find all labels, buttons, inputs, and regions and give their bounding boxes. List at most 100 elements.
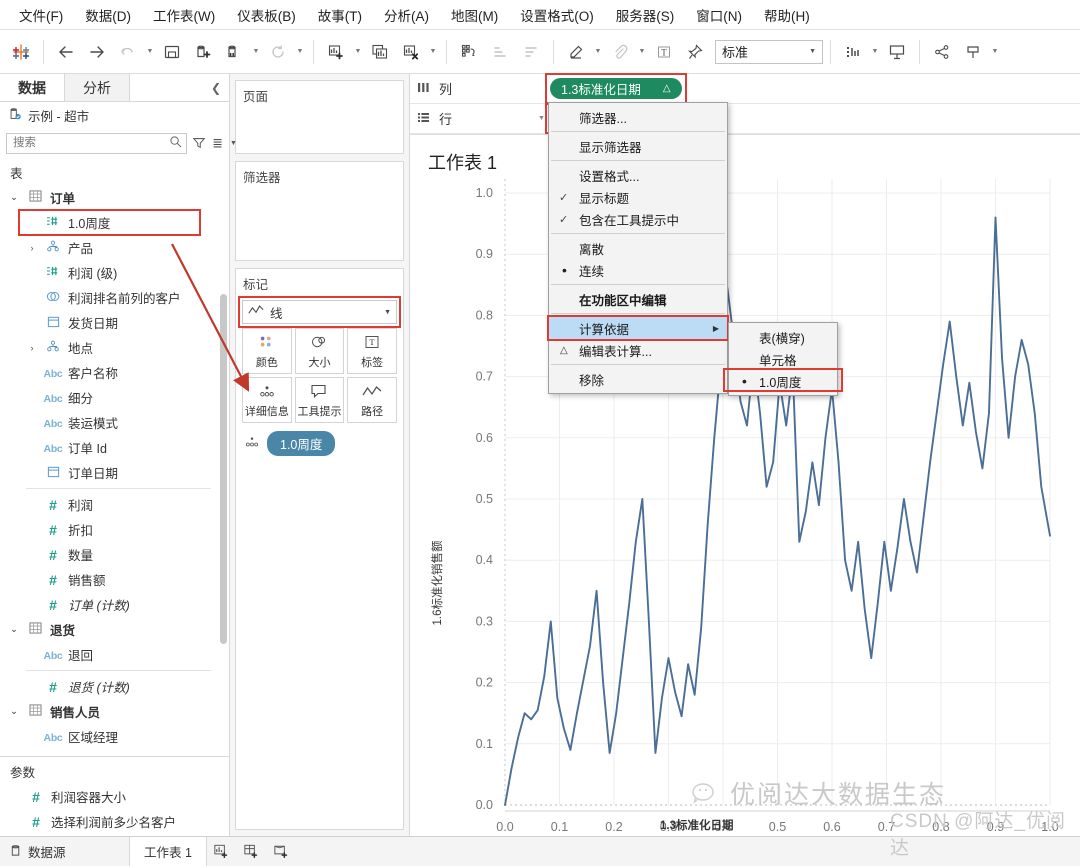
submenu-item-1[interactable]: 单元格 bbox=[729, 348, 837, 370]
menu-item-6[interactable]: 地图(M) bbox=[440, 1, 509, 29]
undo-icon[interactable] bbox=[113, 37, 143, 67]
refresh-chevron-down-icon[interactable]: ▼ bbox=[294, 37, 306, 67]
field-item-18[interactable]: ⌄ 退货 bbox=[0, 617, 229, 642]
field-item-22[interactable]: ⌄ 销售人员 bbox=[0, 699, 229, 724]
chevron-right-icon[interactable]: › bbox=[26, 243, 38, 253]
menu-item-5[interactable]: 分析(A) bbox=[373, 1, 440, 29]
context-menu-item-11[interactable]: 在功能区中编辑 bbox=[549, 288, 727, 310]
search-input[interactable] bbox=[6, 132, 187, 154]
field-item-7[interactable]: Abc 客户名称 bbox=[0, 360, 229, 385]
clear-sheet-icon[interactable] bbox=[396, 37, 426, 67]
field-item-23[interactable]: Abc 区域经理 bbox=[0, 724, 229, 749]
context-menu-item-2[interactable]: 显示筛选器 bbox=[549, 135, 727, 157]
field-item-2[interactable]: › 产品 bbox=[0, 235, 229, 260]
new-worksheet-chevron-down-icon[interactable]: ▼ bbox=[352, 37, 364, 67]
datasource-row[interactable]: 示例 - 超市 bbox=[0, 102, 229, 128]
new-worksheet-icon[interactable] bbox=[207, 837, 237, 866]
pages-card[interactable]: 页面 bbox=[235, 80, 404, 154]
field-item-13[interactable]: # 利润 bbox=[0, 492, 229, 517]
columns-shelf[interactable]: 列 1.3标准化日期 △ bbox=[410, 73, 1080, 104]
fit-dropdown[interactable]: 标准 ▼ bbox=[715, 39, 823, 64]
tab-data[interactable]: 数据 bbox=[0, 74, 65, 101]
save-icon[interactable] bbox=[157, 37, 187, 67]
field-item-15[interactable]: # 数量 bbox=[0, 542, 229, 567]
filters-card[interactable]: 筛选器 bbox=[235, 161, 404, 261]
context-menu-item-9[interactable]: • 连续 bbox=[549, 259, 727, 281]
field-item-11[interactable]: 订单日期 bbox=[0, 460, 229, 485]
field-item-5[interactable]: 发货日期 bbox=[0, 310, 229, 335]
view-options-icon[interactable] bbox=[211, 133, 225, 153]
context-menu-item-16[interactable]: 移除 bbox=[549, 368, 727, 390]
menu-item-10[interactable]: 帮助(H) bbox=[753, 1, 821, 29]
chevron-right-icon[interactable]: › bbox=[26, 343, 38, 353]
attach-chevron-down-icon[interactable]: ▼ bbox=[636, 37, 648, 67]
field-item-8[interactable]: Abc 细分 bbox=[0, 385, 229, 410]
chevron-down-icon[interactable]: ⌄ bbox=[8, 624, 20, 635]
marks-button-color[interactable]: 颜色 bbox=[242, 328, 292, 374]
refresh-icon[interactable] bbox=[263, 37, 293, 67]
field-item-19[interactable]: Abc 退回 bbox=[0, 642, 229, 667]
undo-chevron-down-icon[interactable]: ▼ bbox=[144, 37, 156, 67]
submenu-item-2[interactable]: • 1.0周度 bbox=[729, 370, 837, 392]
menu-item-0[interactable]: 文件(F) bbox=[8, 1, 74, 29]
mark-type-dropdown[interactable]: 线 ▼ bbox=[242, 300, 397, 324]
clear-sheet-chevron-down-icon[interactable]: ▼ bbox=[427, 37, 439, 67]
field-item-1[interactable]: 1.0周度 bbox=[0, 210, 229, 235]
marks-button-label[interactable]: T 标签 bbox=[347, 328, 397, 374]
field-item-16[interactable]: # 销售额 bbox=[0, 567, 229, 592]
pin-icon[interactable] bbox=[680, 37, 710, 67]
menu-item-8[interactable]: 服务器(S) bbox=[605, 1, 686, 29]
rows-shelf[interactable]: 行 ▼ 1.6标准化销售额 ▼ bbox=[410, 103, 1080, 134]
field-item-4[interactable]: 利润排名前列的客户 bbox=[0, 285, 229, 310]
field-item-17[interactable]: # 订单 (计数) bbox=[0, 592, 229, 617]
new-worksheet-icon[interactable] bbox=[321, 37, 351, 67]
pause-chevron-down-icon[interactable]: ▼ bbox=[250, 37, 262, 67]
chevron-down-icon[interactable]: ⌄ bbox=[8, 192, 20, 203]
context-menu-item-8[interactable]: 离散 bbox=[549, 237, 727, 259]
menu-item-9[interactable]: 窗口(N) bbox=[685, 1, 753, 29]
submenu-item-0[interactable]: 表(横穿) bbox=[729, 326, 837, 348]
columns-pill[interactable]: 1.3标准化日期 △ bbox=[550, 78, 682, 99]
sort-descending-icon[interactable] bbox=[516, 37, 546, 67]
view-options-chevron-down-icon[interactable]: ▼ bbox=[230, 133, 237, 153]
highlighter-icon[interactable] bbox=[561, 37, 591, 67]
context-menu-item-4[interactable]: 设置格式... bbox=[549, 164, 727, 186]
marks-button-size[interactable]: 大小 bbox=[294, 328, 345, 374]
collapse-pane-button[interactable]: ❮ bbox=[203, 74, 229, 101]
field-item-21[interactable]: # 退货 (计数) bbox=[0, 674, 229, 699]
context-menu-item-14[interactable]: △ 编辑表计算... bbox=[549, 339, 727, 361]
menu-item-1[interactable]: 数据(D) bbox=[74, 1, 142, 29]
text-tool-icon[interactable]: T bbox=[649, 37, 679, 67]
new-data-source-icon[interactable] bbox=[188, 37, 218, 67]
new-dashboard-icon[interactable] bbox=[237, 837, 267, 866]
context-menu-item-0[interactable]: 筛选器... bbox=[549, 106, 727, 128]
presentation-mode-icon[interactable] bbox=[882, 37, 912, 67]
forward-arrow-icon[interactable] bbox=[82, 37, 112, 67]
filter-icon[interactable] bbox=[192, 133, 206, 153]
menu-item-2[interactable]: 工作表(W) bbox=[142, 1, 226, 29]
swap-rows-cols-icon[interactable] bbox=[454, 37, 484, 67]
parameter-item-1[interactable]: # 选择利润前多少名客户 bbox=[0, 809, 229, 834]
attach-icon[interactable] bbox=[605, 37, 635, 67]
marks-button-tooltip[interactable]: 工具提示 bbox=[294, 377, 345, 423]
device-preview-icon[interactable] bbox=[958, 37, 988, 67]
new-story-icon[interactable] bbox=[267, 837, 297, 866]
back-arrow-icon[interactable] bbox=[51, 37, 81, 67]
context-menu-item-5[interactable]: ✓ 显示标题 bbox=[549, 186, 727, 208]
field-item-10[interactable]: Abc 订单 Id bbox=[0, 435, 229, 460]
sort-ascending-icon[interactable] bbox=[485, 37, 515, 67]
rows-shelf-chevron-down-icon[interactable]: ▼ bbox=[538, 115, 545, 122]
context-menu-item-6[interactable]: ✓ 包含在工具提示中 bbox=[549, 208, 727, 230]
tab-analytics[interactable]: 分析 bbox=[65, 74, 130, 101]
menu-item-3[interactable]: 仪表板(B) bbox=[226, 1, 307, 29]
field-item-0[interactable]: ⌄ 订单 bbox=[0, 185, 229, 210]
show-me-chevron-down-icon[interactable]: ▼ bbox=[869, 37, 881, 67]
marks-button-path[interactable]: 路径 bbox=[347, 377, 397, 423]
chevron-down-icon[interactable]: ⌄ bbox=[8, 706, 20, 717]
datasource-tab[interactable]: 数据源 bbox=[0, 837, 130, 866]
worksheet-tab[interactable]: 工作表 1 bbox=[130, 837, 207, 866]
device-preview-chevron-down-icon[interactable]: ▼ bbox=[989, 37, 1001, 67]
menu-item-7[interactable]: 设置格式(O) bbox=[509, 1, 605, 29]
marks-detail-pill[interactable]: 1.0周度 bbox=[267, 431, 336, 456]
parameter-item-0[interactable]: # 利润容器大小 bbox=[0, 784, 229, 809]
